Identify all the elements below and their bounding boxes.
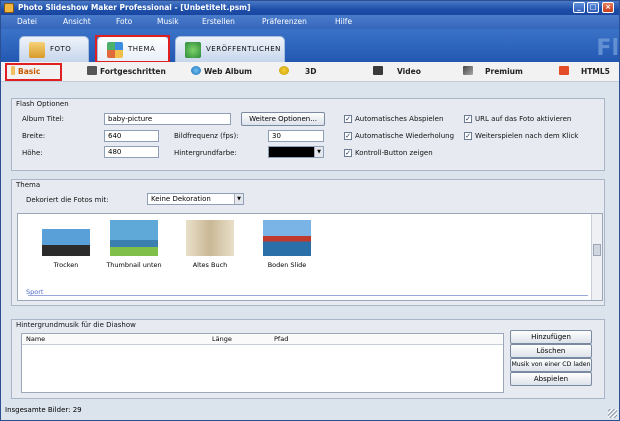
app-window: Photo Slideshow Maker Professional - [Un… (0, 0, 620, 421)
menu-foto[interactable]: Foto (116, 17, 132, 26)
theme-label-altes-buch: Altes Buch (192, 261, 228, 269)
gallery-scrollbar[interactable] (591, 214, 602, 300)
close-button[interactable]: × (602, 2, 614, 13)
film-icon (373, 66, 383, 75)
chevron-down-icon: ▼ (234, 194, 243, 204)
decoration-select[interactable]: Keine Dekoration ▼ (147, 193, 244, 205)
music-list-header: Name Länge Pfad (22, 334, 503, 345)
continue-after-click-label: Weiterspielen nach dem Klick (475, 132, 579, 140)
subtab-fortgeschritten[interactable]: Fortgeschritten (87, 65, 166, 79)
photo-tab-icon (29, 42, 45, 58)
app-icon (4, 3, 14, 13)
subtab-video[interactable]: Video (373, 65, 421, 79)
menu-hilfe[interactable]: Hilfe (335, 17, 352, 26)
theme-thumb-boden-slide[interactable] (263, 220, 311, 256)
play-music-button[interactable]: Abspielen (510, 372, 592, 386)
column-pfad[interactable]: Pfad (274, 335, 288, 343)
fps-label: Bildfrequenz (fps): (174, 132, 239, 140)
scrollbar-thumb[interactable] (593, 244, 601, 256)
theme-thumb-thumbnail-unten[interactable] (110, 220, 158, 256)
theme-thumb-trocken[interactable] (42, 220, 90, 256)
subtab-html5[interactable]: HTML5 (559, 65, 610, 79)
bg-color-label: Hintergrundfarbe: (174, 149, 237, 157)
camera-icon (87, 66, 97, 75)
sub-tab-bar: Basic Fortgeschritten Web Album 3D Video… (1, 62, 619, 82)
publish-tab-icon (185, 42, 201, 58)
decorate-label: Dekoriert die Fotos mit: (26, 196, 109, 204)
3d-icon (279, 66, 289, 75)
title-bar: Photo Slideshow Maker Professional - [Un… (1, 1, 619, 15)
auto-play-label: Automatisches Abspielen (355, 115, 444, 123)
fps-input[interactable]: 30 (268, 130, 324, 142)
menu-praeferenzen[interactable]: Präferenzen (262, 17, 307, 26)
menu-ansicht[interactable]: Ansicht (63, 17, 91, 26)
window-title: Photo Slideshow Maker Professional - [Un… (18, 3, 251, 12)
album-title-label: Album Titel: (22, 115, 65, 123)
column-laenge[interactable]: Länge (212, 335, 232, 343)
bg-color-picker[interactable]: ▼ (268, 146, 324, 158)
auto-play-checkbox[interactable]: ✓ (344, 115, 352, 123)
height-label: Höhe: (22, 149, 43, 157)
theme-title: Thema (16, 181, 41, 189)
width-input[interactable]: 640 (104, 130, 159, 142)
tab-foto[interactable]: FOTO (19, 36, 89, 62)
music-title: Hintergrundmusik für die Diashow (16, 321, 136, 329)
status-bar-text: Insgesamte Bilder: 29 (5, 406, 82, 414)
thema-highlight (95, 35, 170, 63)
premium-icon (463, 66, 473, 75)
html5-icon (559, 66, 569, 75)
maximize-button[interactable]: □ (587, 2, 599, 13)
show-control-label: Kontroll-Button zeigen (355, 149, 433, 157)
menu-datei[interactable]: Datei (17, 17, 37, 26)
minimize-button[interactable]: _ (573, 2, 585, 13)
category-divider (28, 295, 588, 296)
url-on-photo-checkbox[interactable]: ✓ (464, 115, 472, 123)
show-control-checkbox[interactable]: ✓ (344, 149, 352, 157)
theme-label-trocken: Trocken (53, 261, 79, 269)
main-tab-bar: Fl FOTO THEMA VERÖFFENTLICHEN (1, 29, 619, 63)
menu-musik[interactable]: Musik (157, 17, 179, 26)
subtab-3d[interactable]: 3D (279, 65, 316, 79)
basic-highlight (5, 63, 62, 81)
brand-watermark: Fl (596, 36, 619, 61)
chevron-down-icon: ▼ (314, 147, 323, 157)
subtab-premium[interactable]: Premium (463, 65, 523, 79)
column-name[interactable]: Name (26, 335, 45, 343)
delete-music-button[interactable]: Löschen (510, 344, 592, 358)
theme-thumb-altes-buch[interactable] (186, 220, 234, 256)
height-input[interactable]: 480 (104, 146, 159, 158)
continue-after-click-checkbox[interactable]: ✓ (464, 132, 472, 140)
flash-options-panel: Flash Optionen Album Titel: baby-picture… (11, 98, 605, 171)
album-title-input[interactable]: baby-picture (104, 113, 231, 125)
flash-options-title: Flash Optionen (16, 100, 69, 108)
theme-gallery: Trocken Thumbnail unten Altes Buch Boden… (17, 213, 603, 301)
more-options-button[interactable]: Weitere Optionen... (241, 112, 325, 126)
music-list[interactable]: Name Länge Pfad (21, 333, 504, 393)
subtab-web-album[interactable]: Web Album (191, 65, 252, 79)
load-cd-button[interactable]: Musik von einer CD laden (510, 358, 592, 372)
url-on-photo-label: URL auf das Foto aktivieren (475, 115, 572, 123)
menu-erstellen[interactable]: Erstellen (202, 17, 235, 26)
theme-label-thumbnail-unten: Thumbnail unten (106, 261, 162, 269)
add-music-button[interactable]: Hinzufügen (510, 330, 592, 344)
auto-repeat-label: Automatische Wiederholung (355, 132, 455, 140)
globe-icon (191, 66, 201, 75)
menu-bar: Datei Ansicht Foto Musik Erstellen Präfe… (1, 15, 619, 29)
resize-grip[interactable] (608, 409, 617, 418)
theme-label-boden-slide: Boden Slide (267, 261, 307, 269)
width-label: Breite: (22, 132, 46, 140)
tab-veroeffentlichen[interactable]: VERÖFFENTLICHEN (175, 36, 285, 62)
auto-repeat-checkbox[interactable]: ✓ (344, 132, 352, 140)
